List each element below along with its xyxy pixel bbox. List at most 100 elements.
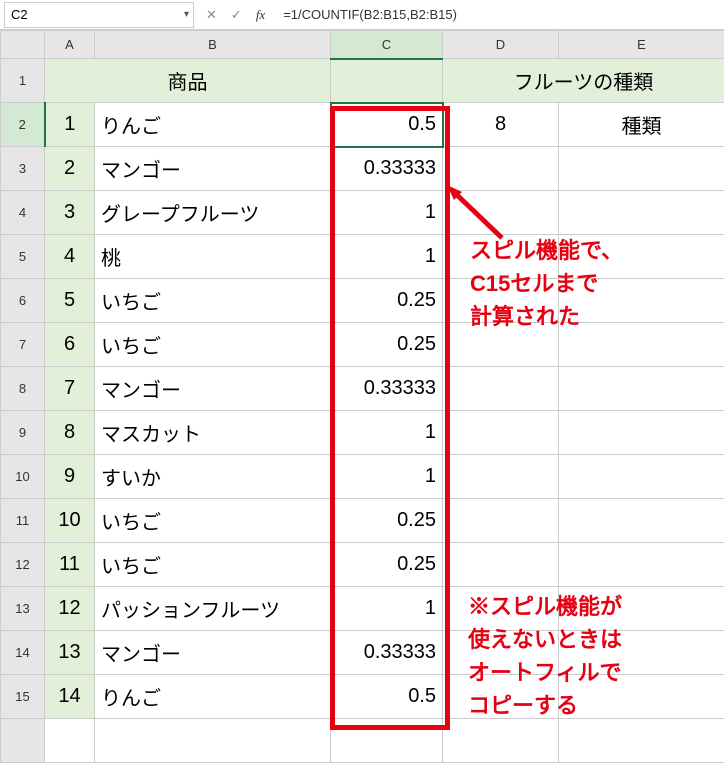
row-header[interactable]: 4 — [1, 191, 45, 235]
cell-e[interactable] — [559, 235, 724, 279]
cell-c[interactable]: 0.25 — [331, 279, 443, 323]
cell-e[interactable] — [559, 323, 724, 367]
cell-d[interactable] — [443, 719, 559, 763]
cell-d[interactable] — [443, 367, 559, 411]
cell-a[interactable]: 7 — [45, 367, 95, 411]
col-header-C[interactable]: C — [331, 31, 443, 59]
row-header[interactable]: 13 — [1, 587, 45, 631]
cell-a[interactable]: 2 — [45, 147, 95, 191]
cell-a[interactable]: 3 — [45, 191, 95, 235]
cell-d[interactable] — [443, 455, 559, 499]
cell-d[interactable] — [443, 323, 559, 367]
cell-d[interactable] — [443, 675, 559, 719]
cell-a[interactable]: 8 — [45, 411, 95, 455]
row-header[interactable]: 15 — [1, 675, 45, 719]
name-box[interactable]: C2 ▾ — [4, 2, 194, 28]
cell-d[interactable] — [443, 543, 559, 587]
cell-c-active[interactable]: 0.5 — [331, 103, 443, 147]
cell-d-result[interactable]: 8 — [443, 103, 559, 147]
cell-d[interactable] — [443, 411, 559, 455]
cell-e[interactable] — [559, 367, 724, 411]
cell-c[interactable]: 0.25 — [331, 543, 443, 587]
cell-a[interactable] — [45, 719, 95, 763]
row-header-empty[interactable] — [1, 719, 45, 763]
cell-b[interactable]: マンゴー — [95, 147, 331, 191]
cell-b[interactable]: すいか — [95, 455, 331, 499]
row-header[interactable]: 10 — [1, 455, 45, 499]
cell-d[interactable] — [443, 499, 559, 543]
cell-e[interactable] — [559, 631, 724, 675]
cell-b[interactable]: マンゴー — [95, 367, 331, 411]
cell-b[interactable] — [95, 719, 331, 763]
cell-b[interactable]: いちご — [95, 543, 331, 587]
cell-c[interactable]: 1 — [331, 411, 443, 455]
cell-a[interactable]: 14 — [45, 675, 95, 719]
cell-c[interactable]: 0.33333 — [331, 367, 443, 411]
row-header[interactable]: 11 — [1, 499, 45, 543]
cell-a[interactable]: 11 — [45, 543, 95, 587]
cell-e[interactable] — [559, 279, 724, 323]
row-header[interactable]: 8 — [1, 367, 45, 411]
cancel-icon[interactable]: ✕ — [206, 7, 217, 23]
cell-c[interactable]: 1 — [331, 191, 443, 235]
select-all-corner[interactable] — [1, 31, 45, 59]
cell-a[interactable]: 5 — [45, 279, 95, 323]
cell-e[interactable] — [559, 411, 724, 455]
cell-c[interactable]: 0.33333 — [331, 147, 443, 191]
cell-e-result[interactable]: 種類 — [559, 103, 724, 147]
cell-b[interactable]: グレープフルーツ — [95, 191, 331, 235]
col-header-A[interactable]: A — [45, 31, 95, 59]
row-header[interactable]: 12 — [1, 543, 45, 587]
cell-d[interactable] — [443, 631, 559, 675]
cell-a[interactable]: 12 — [45, 587, 95, 631]
cell-a[interactable]: 6 — [45, 323, 95, 367]
cell-e[interactable] — [559, 543, 724, 587]
row-header-1[interactable]: 1 — [1, 59, 45, 103]
header-blank-c[interactable] — [331, 59, 443, 103]
cell-d[interactable] — [443, 587, 559, 631]
cell-e[interactable] — [559, 191, 724, 235]
cell-e[interactable] — [559, 455, 724, 499]
cell-b[interactable]: りんご — [95, 675, 331, 719]
col-header-D[interactable]: D — [443, 31, 559, 59]
row-header[interactable]: 9 — [1, 411, 45, 455]
cell-e[interactable] — [559, 719, 724, 763]
cell-d[interactable] — [443, 147, 559, 191]
cell-b[interactable]: いちご — [95, 499, 331, 543]
col-header-E[interactable]: E — [559, 31, 724, 59]
header-product[interactable]: 商品 — [45, 59, 331, 103]
cell-a[interactable]: 4 — [45, 235, 95, 279]
cell-c[interactable]: 1 — [331, 587, 443, 631]
cell-a[interactable]: 1 — [45, 103, 95, 147]
cell-a[interactable]: 9 — [45, 455, 95, 499]
row-header[interactable]: 3 — [1, 147, 45, 191]
cell-d[interactable] — [443, 235, 559, 279]
cell-c[interactable]: 0.25 — [331, 499, 443, 543]
cell-b[interactable]: マスカット — [95, 411, 331, 455]
row-header[interactable]: 14 — [1, 631, 45, 675]
cell-d[interactable] — [443, 191, 559, 235]
cell-a[interactable]: 10 — [45, 499, 95, 543]
cell-b[interactable]: りんご — [95, 103, 331, 147]
cell-e[interactable] — [559, 587, 724, 631]
fx-icon[interactable]: fx — [256, 7, 265, 23]
name-box-dropdown-icon[interactable]: ▾ — [184, 9, 189, 20]
row-header[interactable]: 2 — [1, 103, 45, 147]
row-header[interactable]: 5 — [1, 235, 45, 279]
cell-c[interactable]: 0.5 — [331, 675, 443, 719]
cell-b[interactable]: いちご — [95, 323, 331, 367]
col-header-B[interactable]: B — [95, 31, 331, 59]
cell-b[interactable]: パッションフルーツ — [95, 587, 331, 631]
cell-c[interactable] — [331, 719, 443, 763]
cell-d[interactable] — [443, 279, 559, 323]
row-header[interactable]: 6 — [1, 279, 45, 323]
confirm-icon[interactable]: ✓ — [231, 7, 242, 23]
cell-c[interactable]: 0.25 — [331, 323, 443, 367]
cell-a[interactable]: 13 — [45, 631, 95, 675]
cell-b[interactable]: いちご — [95, 279, 331, 323]
cell-c[interactable]: 1 — [331, 455, 443, 499]
cell-e[interactable] — [559, 499, 724, 543]
cell-c[interactable]: 0.33333 — [331, 631, 443, 675]
header-fruit-kind[interactable]: フルーツの種類 — [443, 59, 724, 103]
cell-b[interactable]: マンゴー — [95, 631, 331, 675]
